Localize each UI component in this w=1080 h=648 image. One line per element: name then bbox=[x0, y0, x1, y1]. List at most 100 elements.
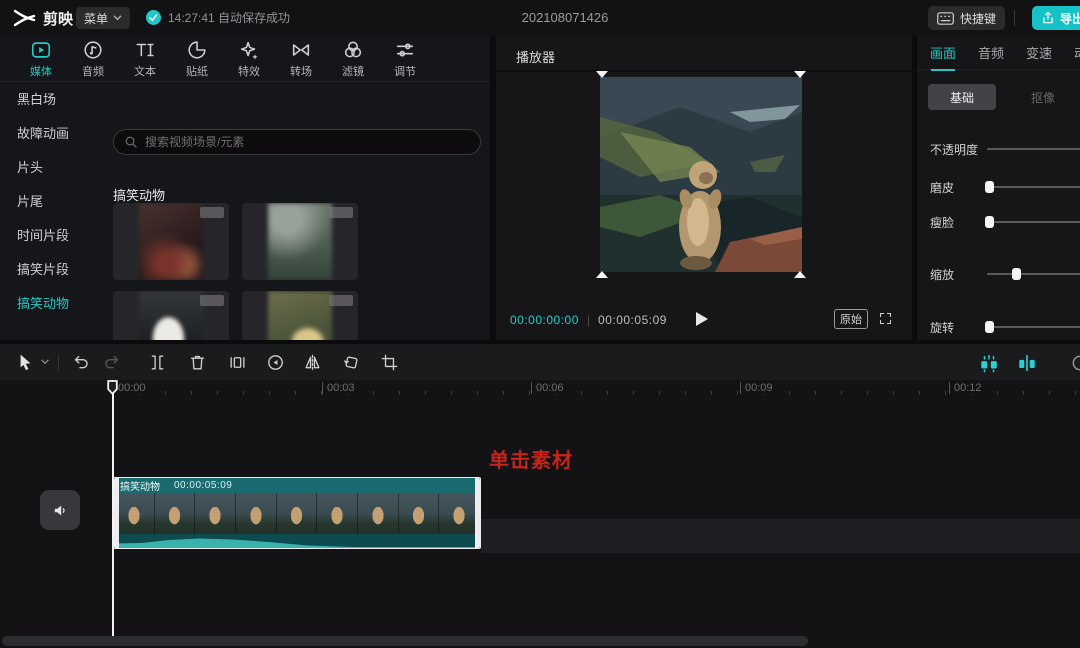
tab-animation[interactable]: 动画 bbox=[1074, 43, 1080, 62]
slider-track[interactable] bbox=[987, 221, 1080, 223]
playhead-marker[interactable] bbox=[107, 380, 118, 395]
time-separator: | bbox=[587, 313, 590, 327]
rotate-icon[interactable] bbox=[342, 353, 361, 372]
resize-handle[interactable] bbox=[596, 71, 608, 78]
sidebar-item-funny-clips[interactable]: 搞笑片段 bbox=[0, 253, 100, 287]
video-preview[interactable] bbox=[600, 77, 802, 272]
playhead-line[interactable] bbox=[112, 380, 114, 636]
tab-effects[interactable]: 特效 bbox=[223, 36, 275, 81]
timeline-clip-funny-animals[interactable]: 搞笑动物 00:00:05:09 bbox=[113, 477, 481, 549]
timeline-zoom-icon[interactable] bbox=[1070, 353, 1080, 373]
slider-handle[interactable] bbox=[985, 216, 994, 228]
freeze-frame-icon[interactable] bbox=[228, 353, 247, 372]
video-thumbnail[interactable] bbox=[242, 291, 358, 340]
filmstrip-frame bbox=[195, 493, 236, 534]
subtab-basic[interactable]: 基础 bbox=[928, 84, 996, 110]
red-annotation-text: 单击素材 bbox=[489, 444, 573, 473]
horizontal-scrollbar[interactable] bbox=[2, 636, 808, 646]
slider-rotate: 旋转 bbox=[917, 317, 1080, 337]
tab-filters[interactable]: 滤镜 bbox=[327, 36, 379, 81]
slider-handle[interactable] bbox=[1012, 268, 1021, 280]
video-thumbnail[interactable] bbox=[113, 291, 229, 340]
auto-snap-toggle-icon[interactable] bbox=[978, 353, 1000, 373]
menu-label: 菜单 bbox=[84, 10, 108, 27]
select-cursor-icon[interactable] bbox=[17, 353, 34, 371]
player-controls: 00:00:00:00 | 00:00:05:09 原始 bbox=[496, 300, 912, 340]
tab-text[interactable]: 文本 bbox=[119, 36, 171, 81]
tab-audio[interactable]: 音频 bbox=[67, 36, 119, 81]
tab-audio-settings[interactable]: 音频 bbox=[978, 43, 1004, 62]
slider-track[interactable] bbox=[987, 326, 1080, 328]
split-clip-icon[interactable] bbox=[148, 353, 167, 372]
resize-handle[interactable] bbox=[596, 271, 608, 278]
preview-axis-toggle-icon[interactable] bbox=[1016, 353, 1038, 373]
sidebar-item-time-clips[interactable]: 时间片段 bbox=[0, 219, 100, 253]
play-button[interactable] bbox=[695, 311, 709, 327]
media-content-area: 搞笑动物 bbox=[100, 83, 490, 340]
tab-sticker[interactable]: 贴纸 bbox=[171, 36, 223, 81]
duration-badge bbox=[200, 207, 224, 218]
sidebar-item-funny-animals[interactable]: 搞笑动物 bbox=[0, 287, 100, 321]
slider-label: 缩放 bbox=[930, 266, 954, 283]
sidebar-item-black-white[interactable]: 黑白场 bbox=[0, 83, 100, 117]
menu-button[interactable]: 菜单 bbox=[76, 7, 130, 29]
inspector-subtabs: 基础 抠像 bbox=[917, 84, 1080, 112]
timeline-ruler[interactable]: 00:00 00:03 00:06 00:09 00:12 bbox=[0, 380, 1080, 398]
mirror-flip-icon[interactable] bbox=[303, 353, 322, 372]
search-input[interactable] bbox=[145, 135, 470, 149]
topbar-separator bbox=[1014, 10, 1015, 26]
clip-name: 搞笑动物 bbox=[120, 478, 160, 493]
slider-opacity: 不透明度 bbox=[917, 139, 1080, 159]
slider-handle[interactable] bbox=[985, 181, 994, 193]
text-icon bbox=[134, 39, 156, 61]
tab-adjust-label: 调节 bbox=[394, 63, 416, 79]
video-thumbnail[interactable] bbox=[113, 203, 229, 280]
mute-track-button[interactable] bbox=[40, 490, 80, 530]
export-button[interactable]: 导出 bbox=[1032, 6, 1080, 30]
cursor-dropdown-chevron-icon[interactable] bbox=[40, 359, 50, 365]
subtab-cutout[interactable]: 抠像 bbox=[1013, 84, 1073, 110]
tab-media[interactable]: 媒体 bbox=[15, 36, 67, 81]
search-box[interactable] bbox=[113, 129, 481, 155]
resize-handle[interactable] bbox=[794, 71, 806, 78]
ruler-label: 00:12 bbox=[949, 382, 982, 394]
tab-transitions[interactable]: 转场 bbox=[275, 36, 327, 81]
slider-track[interactable] bbox=[987, 186, 1080, 188]
media-category-sidebar: 黑白场 故障动画 片头 片尾 时间片段 搞笑片段 搞笑动物 bbox=[0, 83, 100, 340]
keyboard-icon bbox=[937, 12, 954, 25]
media-icon bbox=[30, 39, 52, 61]
shortcuts-button[interactable]: 快捷键 bbox=[928, 6, 1005, 30]
tab-adjust[interactable]: 调节 bbox=[379, 36, 431, 81]
reverse-playback-icon[interactable] bbox=[266, 353, 285, 372]
adjust-icon bbox=[394, 39, 416, 61]
sidebar-item-glitch[interactable]: 故障动画 bbox=[0, 117, 100, 151]
toolbar-separator bbox=[58, 354, 59, 370]
effects-icon bbox=[238, 39, 260, 61]
tab-speed[interactable]: 变速 bbox=[1026, 43, 1052, 62]
slider-track[interactable] bbox=[987, 273, 1080, 275]
clip-header: 搞笑动物 00:00:05:09 bbox=[114, 478, 480, 493]
tab-text-label: 文本 bbox=[134, 63, 156, 79]
slider-track[interactable] bbox=[987, 148, 1080, 150]
sidebar-item-intro[interactable]: 片头 bbox=[0, 151, 100, 185]
delete-icon[interactable] bbox=[188, 353, 207, 372]
tab-picture[interactable]: 画面 bbox=[930, 43, 956, 62]
duration-badge bbox=[329, 295, 353, 306]
clip-trim-handle-left[interactable] bbox=[114, 478, 119, 548]
crop-icon[interactable] bbox=[380, 353, 399, 372]
filters-icon bbox=[342, 39, 364, 61]
undo-icon[interactable] bbox=[72, 353, 91, 372]
scissors-logo-icon bbox=[12, 7, 36, 29]
redo-icon[interactable] bbox=[102, 353, 121, 372]
tab-audio-label: 音频 bbox=[82, 63, 104, 79]
thumbnail-preview bbox=[268, 291, 333, 340]
autosave-status: 14:27:41 自动保存成功 bbox=[146, 9, 290, 26]
original-quality-button[interactable]: 原始 bbox=[834, 309, 868, 329]
resize-handle[interactable] bbox=[794, 271, 806, 278]
fullscreen-icon[interactable] bbox=[878, 311, 893, 326]
sidebar-item-outro[interactable]: 片尾 bbox=[0, 185, 100, 219]
clip-trim-handle-right[interactable] bbox=[475, 478, 480, 548]
video-thumbnail[interactable] bbox=[242, 203, 358, 280]
slider-handle[interactable] bbox=[985, 321, 994, 333]
autosave-text: 14:27:41 自动保存成功 bbox=[168, 9, 290, 26]
